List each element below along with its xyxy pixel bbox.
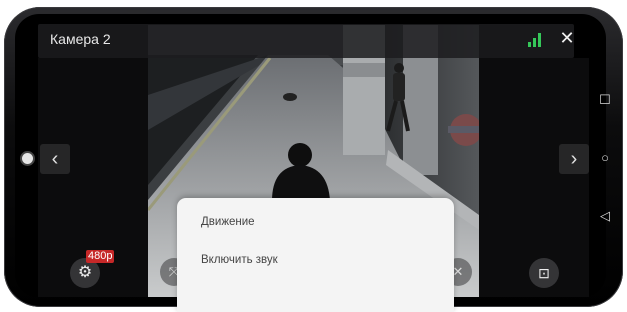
chevron-left-icon[interactable]: ‹ [40,144,70,174]
close-icon[interactable]: ✕ [558,28,576,49]
front-camera [22,153,33,164]
top-bar [38,24,574,58]
camera-snapshot-icon[interactable]: ⊡ [529,258,559,288]
chevron-right-icon[interactable]: › [559,144,589,174]
square-icon[interactable]: ☐ [597,92,613,108]
signal-strength-icon [528,33,544,47]
circle-icon[interactable]: ○ [597,150,613,165]
options-bottom-sheet: Движение Включить звук [177,198,454,312]
menu-item-enable-sound[interactable]: Включить звук [201,254,278,266]
quality-badge: 480p [86,250,115,263]
camera-title: Камера 2 [50,31,111,47]
triangle-back-icon[interactable]: ◁ [597,208,613,224]
menu-item-motion[interactable]: Движение [201,216,255,228]
